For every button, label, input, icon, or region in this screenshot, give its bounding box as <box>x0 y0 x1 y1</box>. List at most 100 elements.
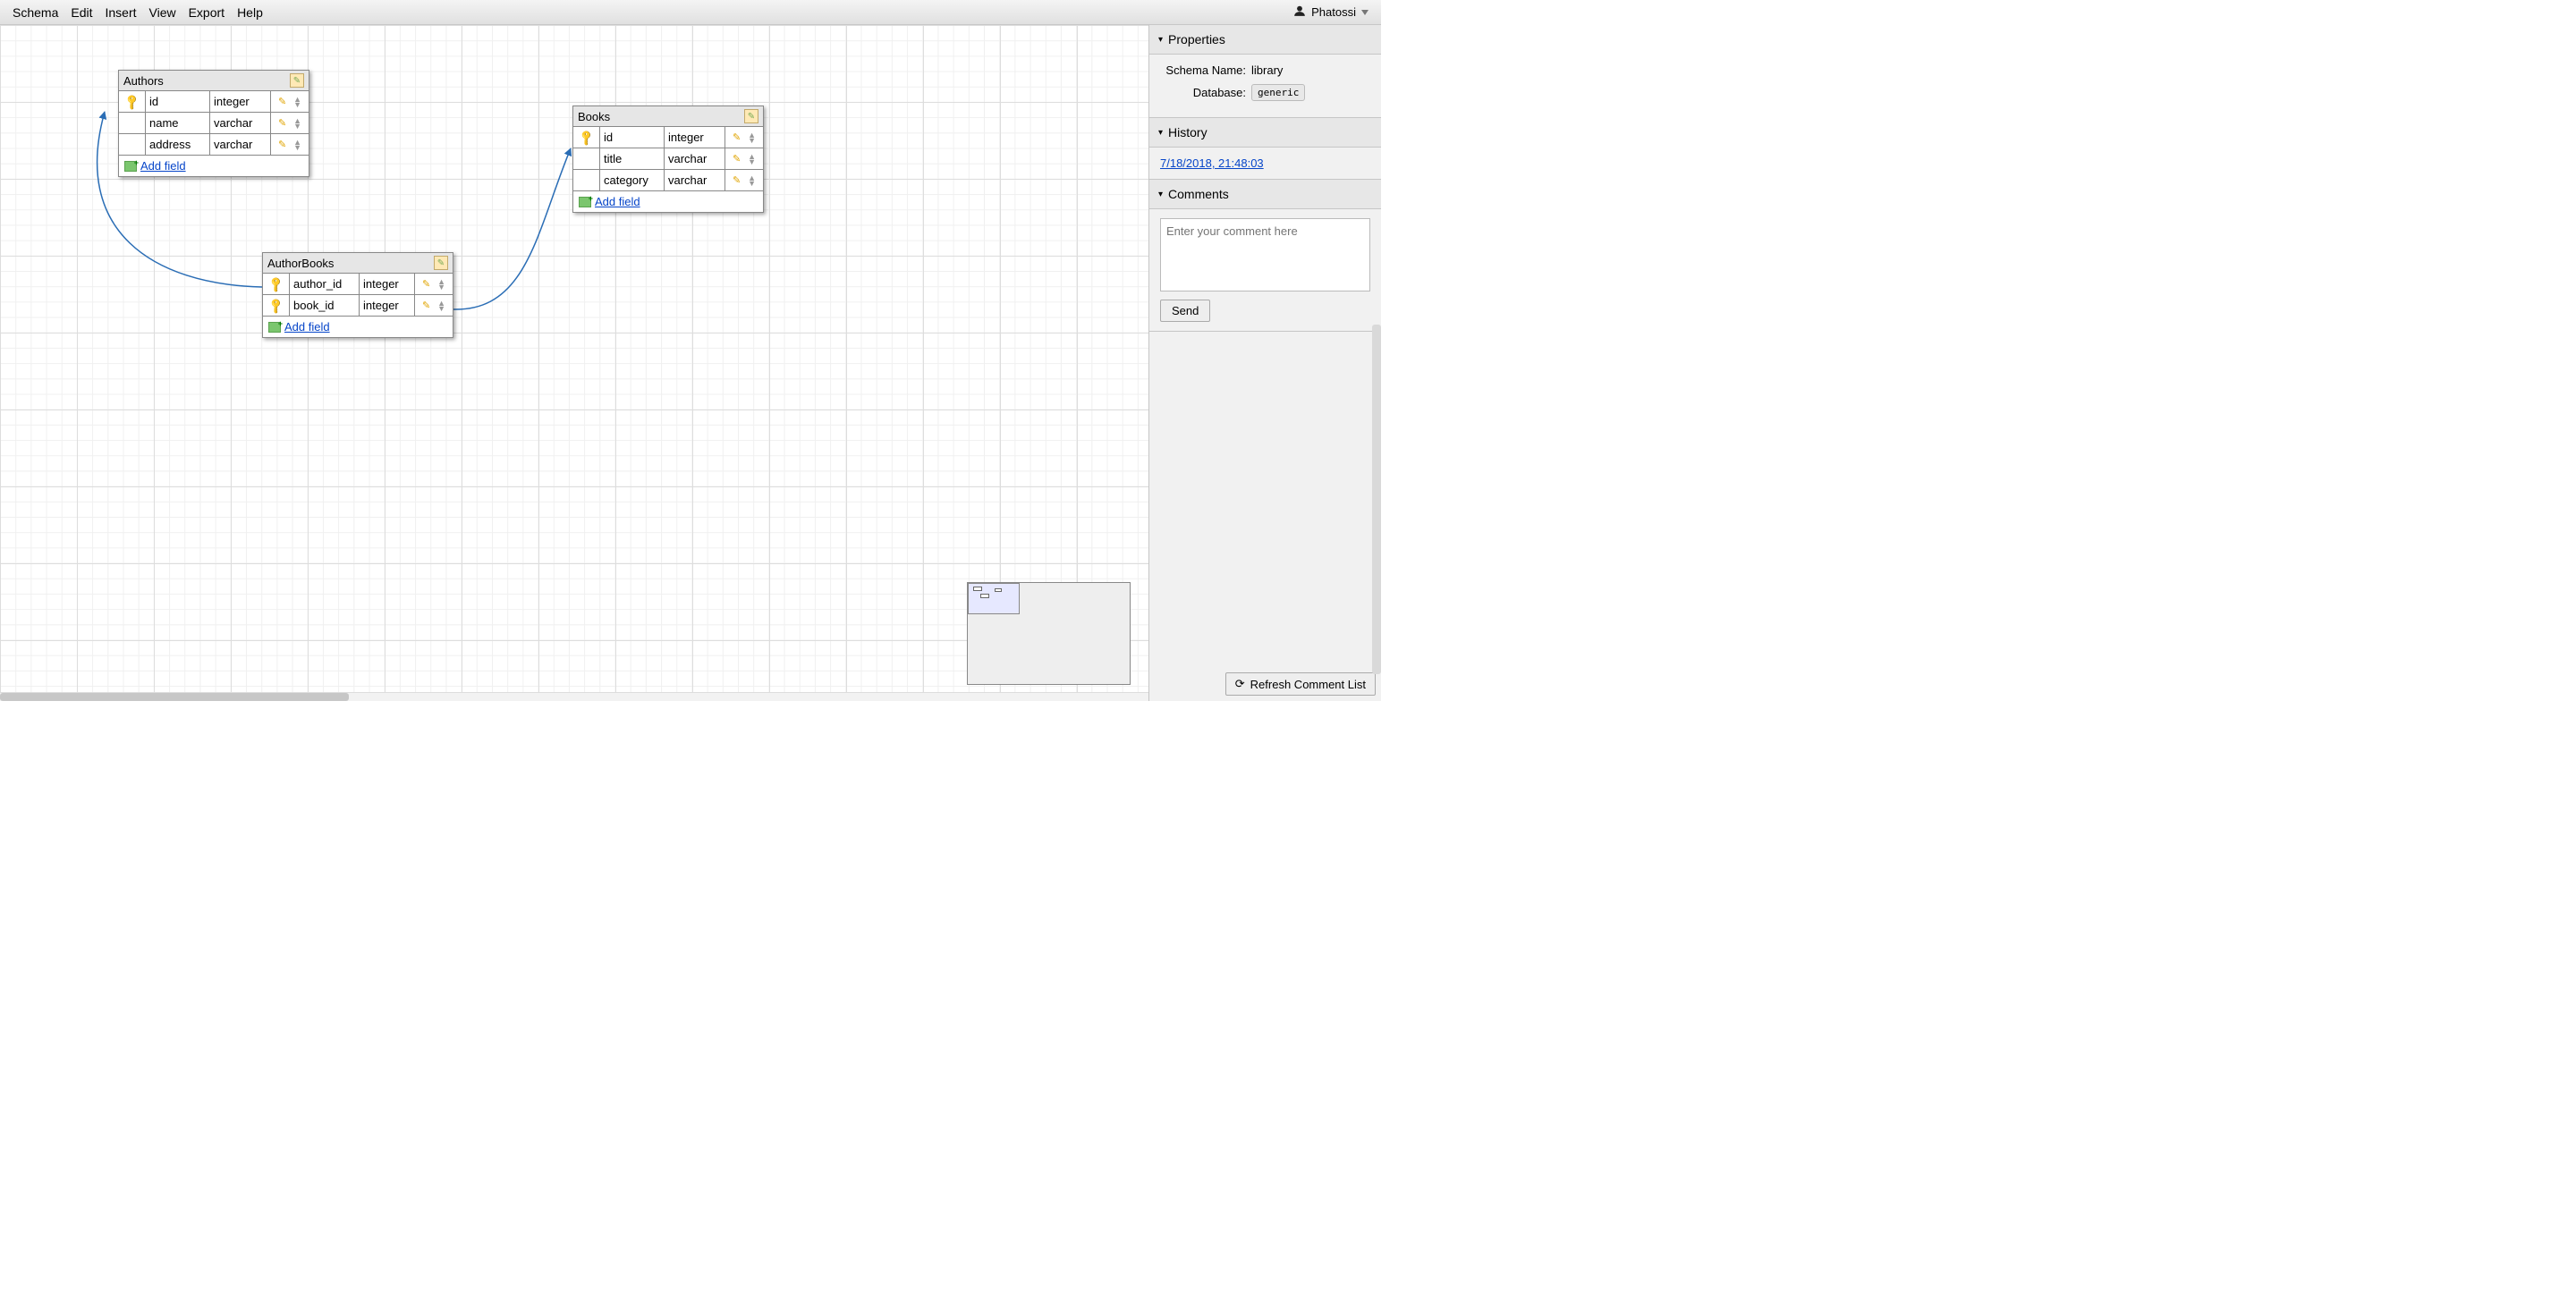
menu-edit[interactable]: Edit <box>71 5 92 20</box>
add-field-link[interactable]: Add field <box>140 159 186 173</box>
reorder-icon[interactable]: ▲▼ <box>437 300 445 311</box>
column-name: id <box>146 91 210 112</box>
pencil-icon[interactable]: ✎ <box>278 117 286 129</box>
user-name: Phatossi <box>1311 5 1356 19</box>
vertical-scrollbar[interactable] <box>1372 325 1381 674</box>
properties-header[interactable]: ▾ Properties <box>1149 25 1381 55</box>
add-field-link[interactable]: Add field <box>595 195 640 208</box>
column-type: varchar <box>210 134 271 155</box>
table-row[interactable]: name varchar ✎ ▲▼ <box>119 113 309 134</box>
menu-help[interactable]: Help <box>237 5 263 20</box>
primary-key-icon: 🔑 <box>267 296 284 314</box>
entity-title: AuthorBooks <box>267 257 334 270</box>
pencil-icon[interactable]: ✎ <box>733 131 741 143</box>
entity-authorbooks[interactable]: AuthorBooks ✎ 🔑 author_id integer ✎ ▲▼ 🔑 … <box>262 252 453 338</box>
comment-input[interactable] <box>1160 218 1370 291</box>
menu-export[interactable]: Export <box>189 5 225 20</box>
database-badge: generic <box>1251 84 1305 101</box>
horizontal-scrollbar[interactable] <box>0 692 1148 701</box>
refresh-comments-button[interactable]: ⟳ Refresh Comment List <box>1225 672 1376 696</box>
schema-name-label: Schema Name: <box>1160 63 1246 77</box>
column-type: varchar <box>210 113 271 133</box>
menu-insert[interactable]: Insert <box>105 5 136 20</box>
menu-schema[interactable]: Schema <box>13 5 58 20</box>
pencil-icon[interactable]: ✎ <box>278 96 286 107</box>
reorder-icon[interactable]: ▲▼ <box>748 175 756 186</box>
send-button[interactable]: Send <box>1160 300 1210 322</box>
primary-key-icon: 🔑 <box>123 92 140 110</box>
table-row[interactable]: 🔑 author_id integer ✎ ▲▼ <box>263 274 453 295</box>
column-name: book_id <box>290 295 360 316</box>
database-label: Database: <box>1160 86 1246 99</box>
refresh-label: Refresh Comment List <box>1250 678 1366 691</box>
history-entry-link[interactable]: 7/18/2018, 21:48:03 <box>1160 156 1264 170</box>
reorder-icon[interactable]: ▲▼ <box>293 118 301 129</box>
scrollbar-thumb[interactable] <box>0 693 349 701</box>
add-field-icon[interactable] <box>268 322 281 333</box>
section-title: Properties <box>1168 32 1225 46</box>
menu-bar: Schema Edit Insert View Export Help Phat… <box>0 0 1381 25</box>
edit-entity-icon[interactable]: ✎ <box>434 256 448 270</box>
refresh-icon: ⟳ <box>1235 677 1245 691</box>
chevron-down-icon: ▾ <box>1158 35 1163 45</box>
column-name: id <box>600 127 665 148</box>
table-row[interactable]: 🔑 id integer ✎ ▲▼ <box>573 127 763 148</box>
schema-name-value: library <box>1251 63 1283 77</box>
reorder-icon[interactable]: ▲▼ <box>748 132 756 143</box>
history-body: 7/18/2018, 21:48:03 <box>1149 148 1381 180</box>
chevron-down-icon: ▾ <box>1158 190 1163 199</box>
column-name: address <box>146 134 210 155</box>
minimap[interactable] <box>967 582 1131 685</box>
reorder-icon[interactable]: ▲▼ <box>293 97 301 107</box>
minimap-entity <box>973 587 982 591</box>
table-row[interactable]: title varchar ✎ ▲▼ <box>573 148 763 170</box>
entity-authors[interactable]: Authors ✎ 🔑 id integer ✎ ▲▼ name varchar … <box>118 70 309 177</box>
pencil-icon[interactable]: ✎ <box>422 300 430 311</box>
side-panel: ▾ Properties Schema Name: library Databa… <box>1148 25 1381 701</box>
edit-entity-icon[interactable]: ✎ <box>290 73 304 88</box>
minimap-entity <box>980 594 989 598</box>
section-title: History <box>1168 125 1208 139</box>
add-field-link[interactable]: Add field <box>284 320 330 334</box>
pencil-icon[interactable]: ✎ <box>733 174 741 186</box>
primary-key-icon: 🔑 <box>267 274 284 292</box>
add-field-icon[interactable] <box>579 197 591 207</box>
reorder-icon[interactable]: ▲▼ <box>437 279 445 290</box>
column-type: integer <box>360 295 415 316</box>
column-name: name <box>146 113 210 133</box>
column-type: integer <box>665 127 725 148</box>
reorder-icon[interactable]: ▲▼ <box>293 139 301 150</box>
user-icon <box>1293 4 1306 20</box>
column-name: category <box>600 170 665 190</box>
column-type: integer <box>360 274 415 294</box>
minimap-entity <box>995 588 1002 592</box>
table-row[interactable]: address varchar ✎ ▲▼ <box>119 134 309 156</box>
entity-title: Books <box>578 110 610 123</box>
edit-entity-icon[interactable]: ✎ <box>744 109 758 123</box>
pencil-icon[interactable]: ✎ <box>278 139 286 150</box>
user-menu[interactable]: Phatossi <box>1293 4 1368 20</box>
chevron-down-icon <box>1361 10 1368 15</box>
chevron-down-icon: ▾ <box>1158 128 1163 138</box>
column-type: varchar <box>665 148 725 169</box>
entity-books[interactable]: Books ✎ 🔑 id integer ✎ ▲▼ title varchar ✎… <box>572 106 764 213</box>
properties-body: Schema Name: library Database: generic <box>1149 55 1381 118</box>
column-name: title <box>600 148 665 169</box>
pencil-icon[interactable]: ✎ <box>422 278 430 290</box>
comments-header[interactable]: ▾ Comments <box>1149 180 1381 209</box>
menu-view[interactable]: View <box>149 5 176 20</box>
history-header[interactable]: ▾ History <box>1149 118 1381 148</box>
reorder-icon[interactable]: ▲▼ <box>748 154 756 165</box>
column-name: author_id <box>290 274 360 294</box>
column-type: integer <box>210 91 271 112</box>
table-row[interactable]: 🔑 book_id integer ✎ ▲▼ <box>263 295 453 317</box>
entity-title: Authors <box>123 74 164 88</box>
add-field-icon[interactable] <box>124 161 137 172</box>
column-type: varchar <box>665 170 725 190</box>
table-row[interactable]: 🔑 id integer ✎ ▲▼ <box>119 91 309 113</box>
pencil-icon[interactable]: ✎ <box>733 153 741 165</box>
schema-canvas[interactable]: Authors ✎ 🔑 id integer ✎ ▲▼ name varchar … <box>0 25 1148 701</box>
section-title: Comments <box>1168 187 1229 201</box>
primary-key-icon: 🔑 <box>577 128 595 146</box>
table-row[interactable]: category varchar ✎ ▲▼ <box>573 170 763 191</box>
